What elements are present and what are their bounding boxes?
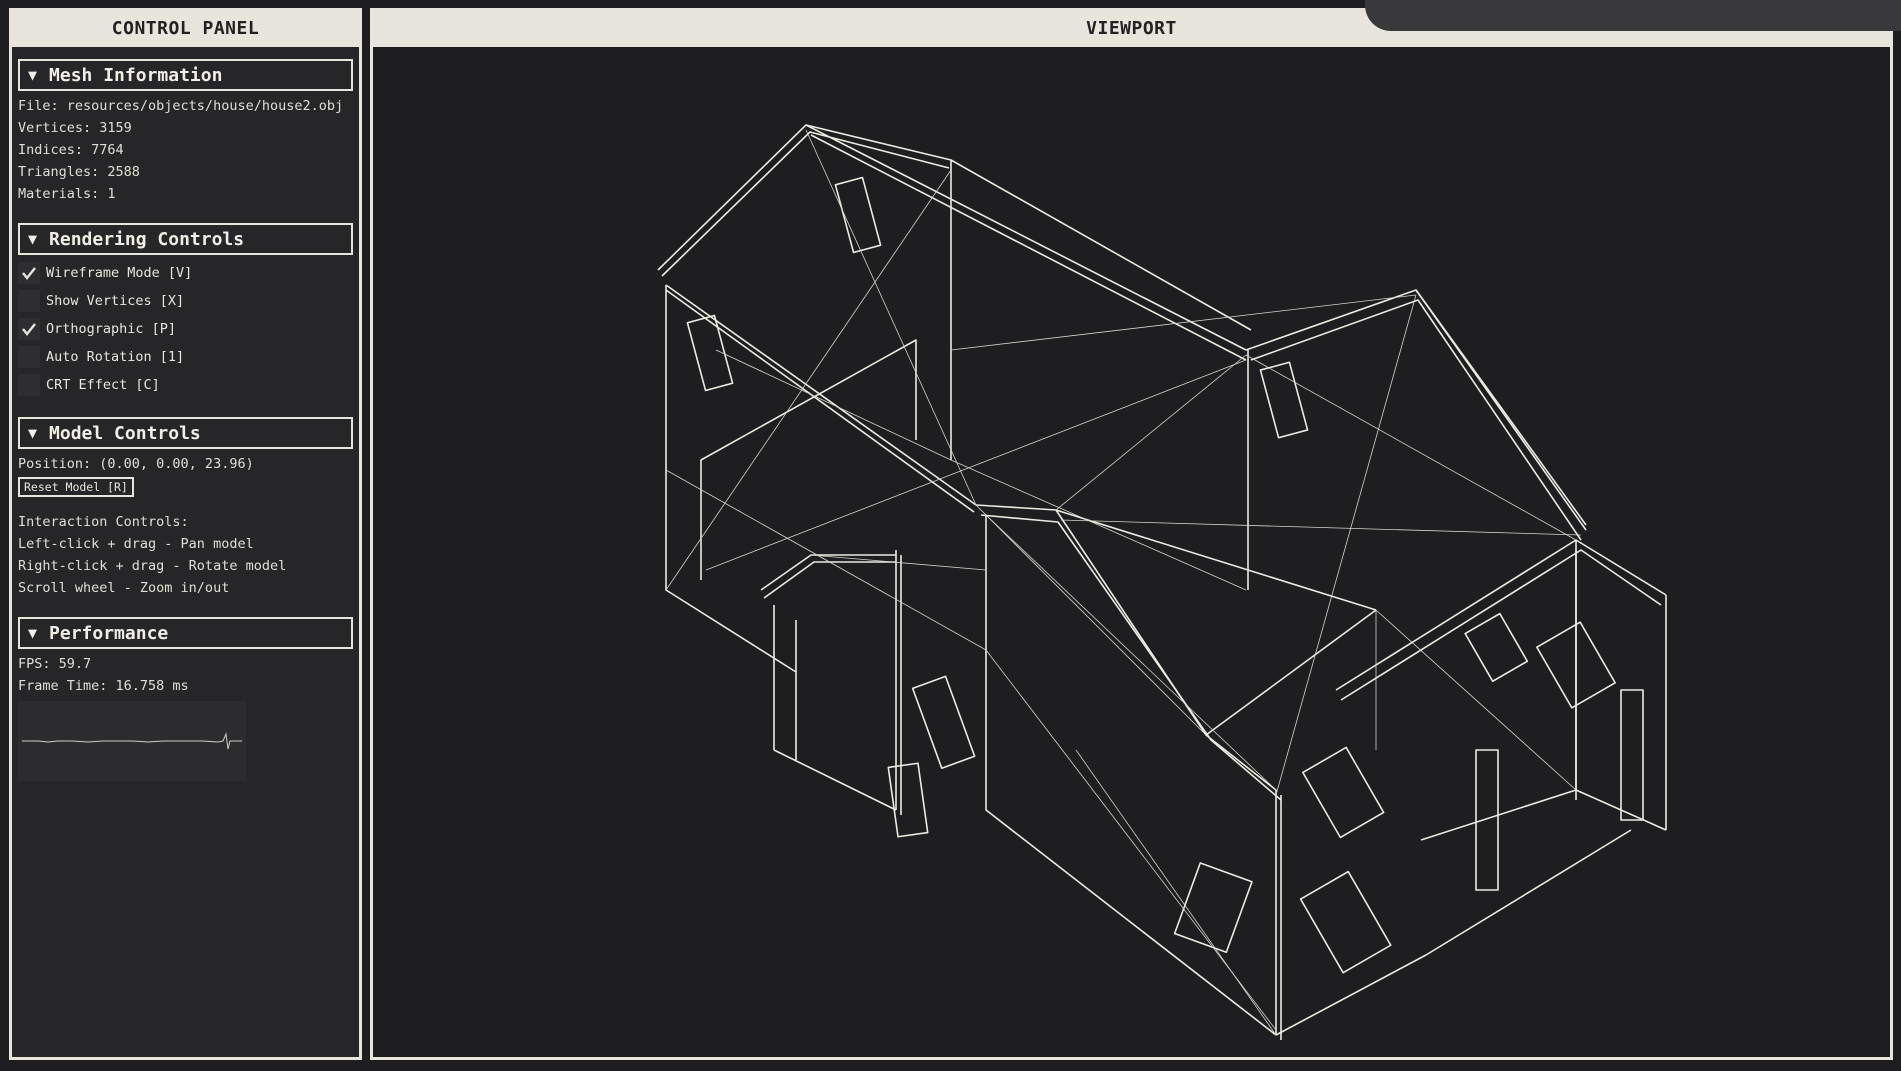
performance-title: Performance: [49, 622, 169, 644]
rendering-title: Rendering Controls: [49, 228, 245, 250]
triangle-down-icon: ▼: [28, 230, 38, 248]
reset-model-button[interactable]: Reset Model [R]: [18, 477, 134, 497]
checkmark-icon: [22, 323, 36, 336]
model-controls-header[interactable]: ▼ Model Controls: [18, 417, 353, 449]
checkmark-icon: [22, 267, 36, 280]
mesh-file-path: File: resources/objects/house/house2.obj: [18, 98, 344, 114]
interaction-zoom-hint: Scroll wheel - Zoom in/out: [18, 580, 230, 596]
interaction-controls-title: Interaction Controls:: [18, 514, 189, 530]
triangle-down-icon: ▼: [28, 624, 38, 642]
show-vertices-checkbox-row[interactable]: Show Vertices [X]: [18, 287, 353, 315]
rendering-section: ▼ Rendering Controls Wireframe Mode [V] …: [18, 223, 353, 399]
frame-time-readout: Frame Time: 16.758 ms: [18, 678, 189, 694]
auto-rotation-label: Auto Rotation [1]: [46, 349, 185, 365]
orthographic-label: Orthographic [P]: [46, 321, 177, 337]
viewport-panel[interactable]: VIEWPORT: [370, 8, 1893, 1060]
performance-header[interactable]: ▼ Performance: [18, 617, 353, 649]
model-controls-section: ▼ Model Controls Position: (0.00, 0.00, …: [18, 417, 353, 599]
mesh-vertices: Vertices: 3159: [18, 120, 132, 136]
crt-effect-checkbox-row[interactable]: CRT Effect [C]: [18, 371, 353, 399]
model-controls-title: Model Controls: [49, 422, 201, 444]
frame-time-graph: [18, 701, 246, 781]
mesh-info-header[interactable]: ▼ Mesh Information: [18, 59, 353, 91]
mesh-materials: Materials: 1: [18, 186, 116, 202]
house-wireframe-model[interactable]: [376, 50, 1887, 1057]
performance-section: ▼ Performance FPS: 59.7 Frame Time: 16.7…: [18, 617, 353, 781]
frame-time-graph-line: [22, 732, 242, 750]
crt-effect-checkbox[interactable]: [18, 374, 40, 396]
control-panel: CONTROL PANEL ▼ Mesh Information File: r…: [9, 8, 362, 1060]
mesh-info-title: Mesh Information: [49, 64, 223, 86]
wireframe-label: Wireframe Mode [V]: [46, 265, 193, 281]
mesh-info-section: ▼ Mesh Information File: resources/objec…: [18, 59, 353, 205]
show-vertices-checkbox[interactable]: [18, 290, 40, 312]
fps-readout: FPS: 59.7: [18, 656, 92, 672]
mesh-triangles: Triangles: 2588: [18, 164, 140, 180]
mesh-indices: Indices: 7764: [18, 142, 124, 158]
crt-effect-label: CRT Effect [C]: [46, 377, 160, 393]
orthographic-checkbox[interactable]: [18, 318, 40, 340]
interaction-pan-hint: Left-click + drag - Pan model: [18, 536, 254, 552]
model-position: Position: (0.00, 0.00, 23.96): [18, 456, 254, 472]
control-panel-title: CONTROL PANEL: [12, 11, 359, 47]
triangle-down-icon: ▼: [28, 66, 38, 84]
wireframe-checkbox-row[interactable]: Wireframe Mode [V]: [18, 259, 353, 287]
orthographic-checkbox-row[interactable]: Orthographic [P]: [18, 315, 353, 343]
wireframe-checkbox[interactable]: [18, 262, 40, 284]
auto-rotation-checkbox[interactable]: [18, 346, 40, 368]
window-tab-overlay: [1365, 0, 1901, 31]
rendering-header[interactable]: ▼ Rendering Controls: [18, 223, 353, 255]
triangle-down-icon: ▼: [28, 424, 38, 442]
interaction-rotate-hint: Right-click + drag - Rotate model: [18, 558, 287, 574]
auto-rotation-checkbox-row[interactable]: Auto Rotation [1]: [18, 343, 353, 371]
show-vertices-label: Show Vertices [X]: [46, 293, 185, 309]
